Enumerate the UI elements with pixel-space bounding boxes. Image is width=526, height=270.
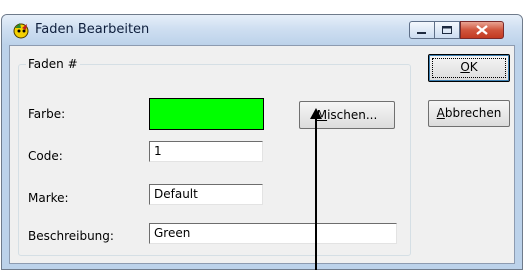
cancel-button[interactable]: Abbrechen [428,100,510,127]
pointer-arrow-line [315,116,317,270]
close-icon [476,25,488,35]
pointer-arrow-head-icon [310,108,322,119]
close-button[interactable] [460,21,504,39]
brand-label: Marke: [28,191,69,205]
description-label: Beschreibung: [28,229,114,243]
dialog-body: Faden # Farbe: Mischen... Code: 1 Marke:… [9,45,515,264]
window-title: Faden Bearbeiten [35,22,150,37]
title-bar[interactable]: Faden Bearbeiten [2,15,522,45]
description-field[interactable]: Green [149,223,397,244]
group-label: Faden # [26,57,80,71]
dialog-window: Faden Bearbeiten Faden # Farbe: Mischen.… [1,14,523,270]
code-label: Code: [28,149,63,163]
minimize-button[interactable] [409,21,435,39]
brand-field[interactable]: Default [149,184,263,205]
maximize-button[interactable] [435,21,460,39]
minimize-icon [417,32,426,34]
color-label: Farbe: [28,107,66,121]
embroidery-app-icon [13,23,29,39]
color-swatch[interactable] [149,98,264,130]
maximize-icon [442,26,452,34]
focus-rectangle [432,58,506,78]
ok-button[interactable]: OK [428,54,510,82]
code-field[interactable]: 1 [149,141,263,162]
